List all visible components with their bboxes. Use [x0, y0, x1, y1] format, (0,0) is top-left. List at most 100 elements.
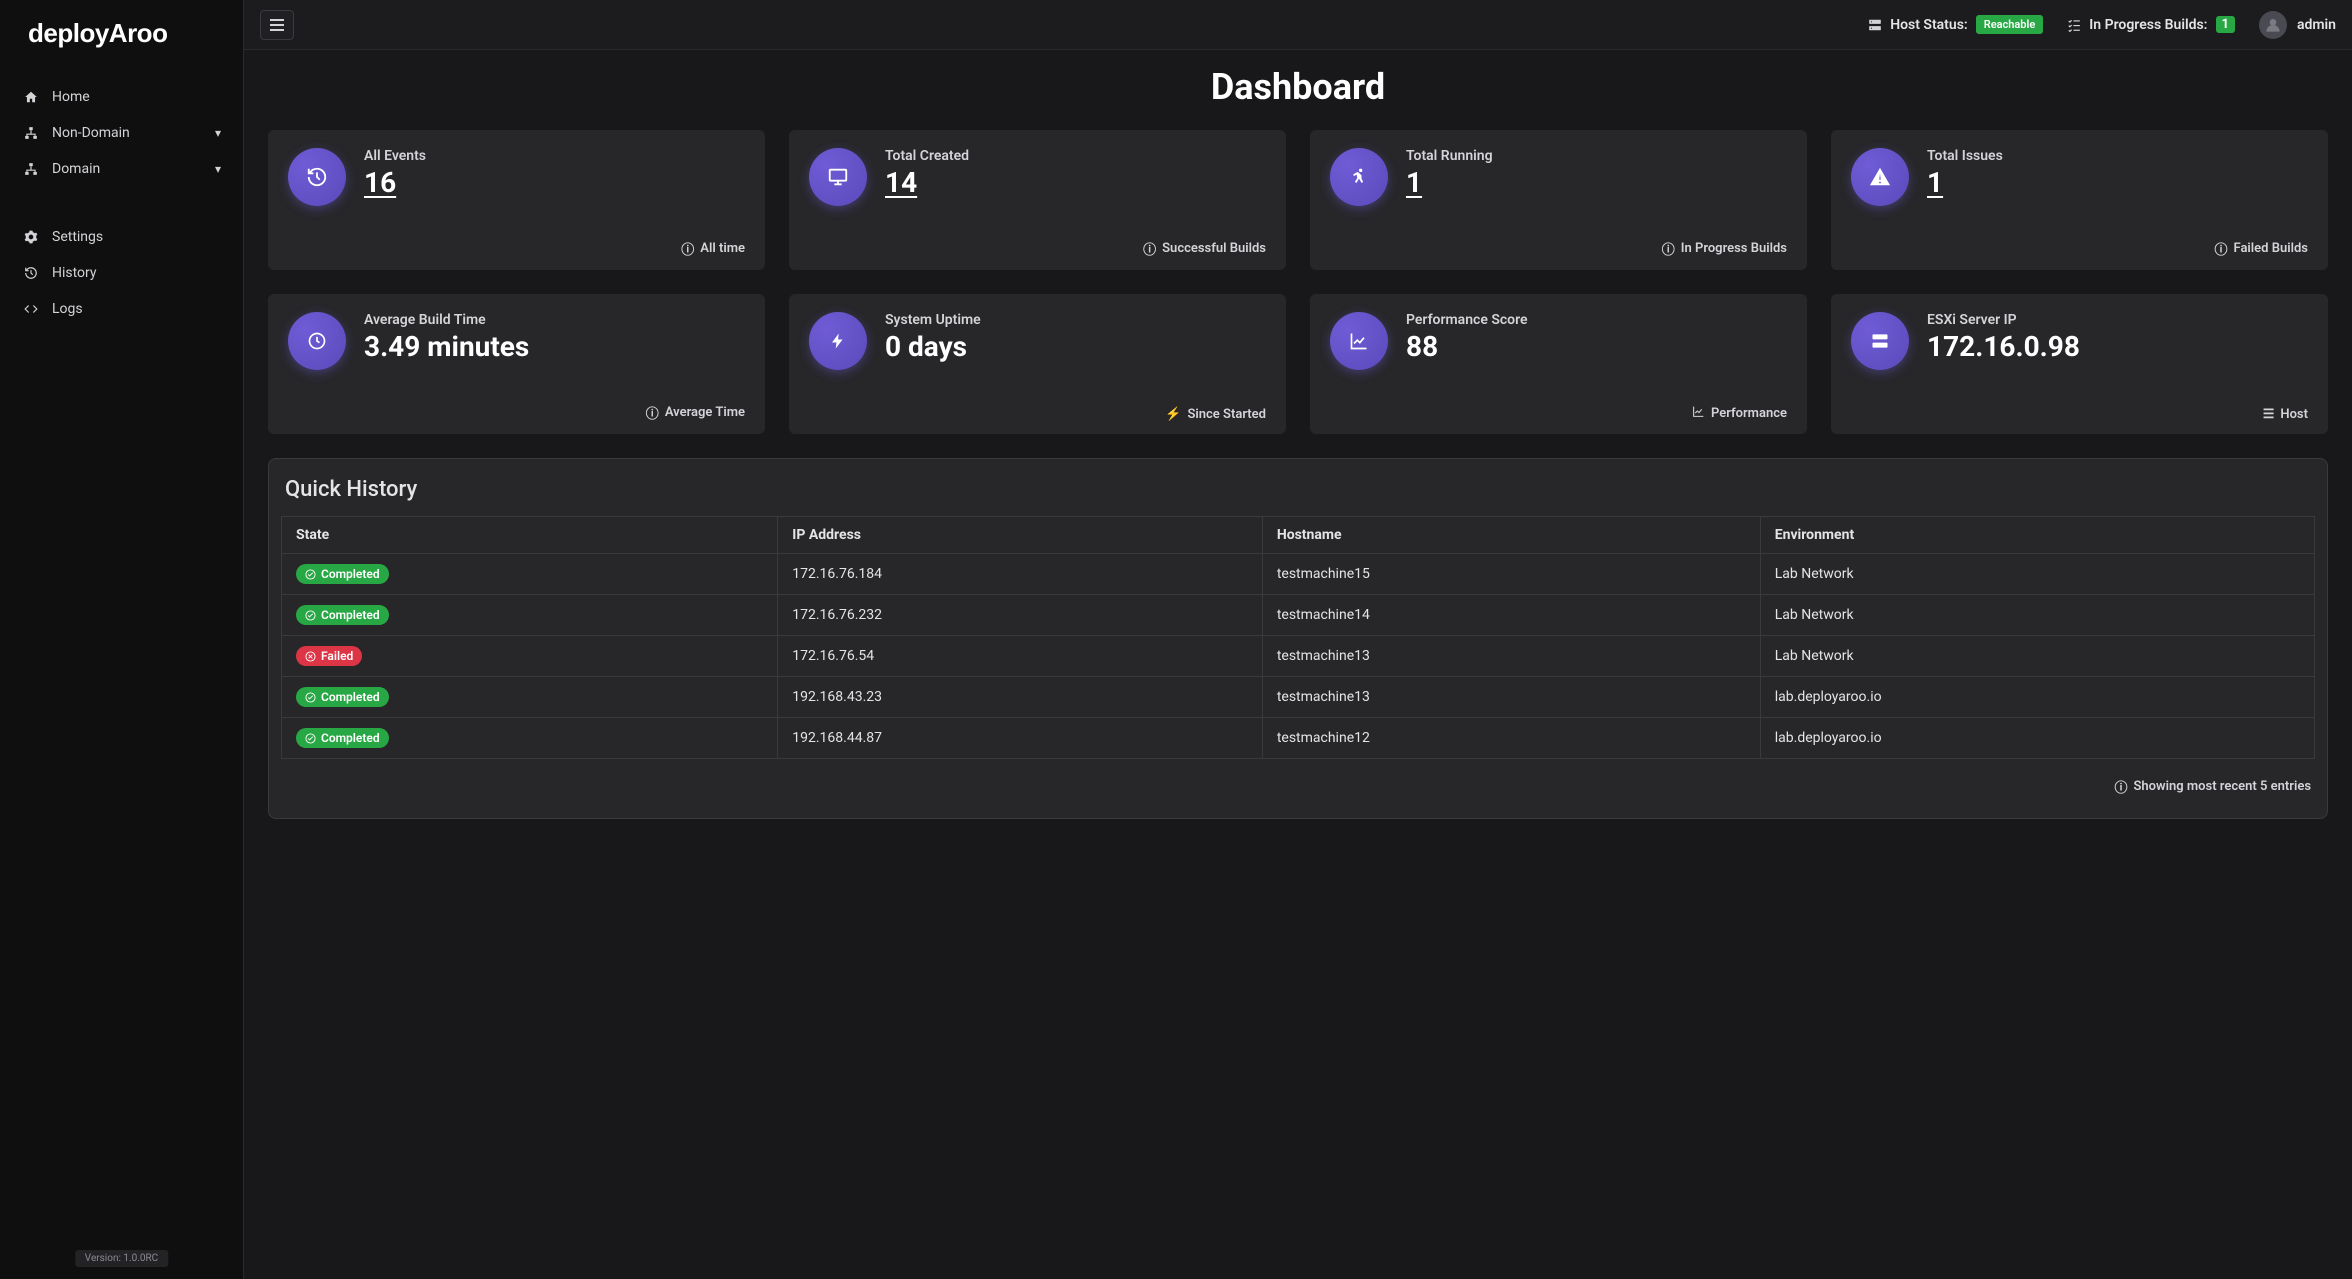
card-footer: ⓘAverage Time: [288, 403, 745, 422]
cell-state: Completed: [282, 595, 778, 636]
check-circle-icon: [305, 733, 316, 744]
table-row[interactable]: Completed192.168.43.23testmachine13lab.d…: [282, 677, 2315, 718]
cell-env: Lab Network: [1760, 595, 2314, 636]
table-row[interactable]: Completed172.16.76.232testmachine14Lab N…: [282, 595, 2315, 636]
logo[interactable]: deployAroo: [0, 0, 243, 67]
quick-history-title: Quick History: [281, 477, 2315, 516]
clock-icon: [288, 312, 346, 370]
sidebar-item-logs[interactable]: Logs: [0, 291, 243, 327]
cell-env: Lab Network: [1760, 636, 2314, 677]
card-value: 0 days: [885, 330, 981, 363]
history-footer: ⓘ Showing most recent 5 entries: [281, 759, 2315, 800]
state-pill: Completed: [296, 687, 389, 707]
state-pill: Completed: [296, 564, 389, 584]
cell-state: Completed: [282, 554, 778, 595]
history-table: State IP Address Hostname Environment Co…: [281, 516, 2315, 759]
info-icon: ⓘ: [2114, 777, 2127, 796]
progress-builds[interactable]: In Progress Builds: 1: [2067, 16, 2235, 33]
table-row[interactable]: Completed192.168.44.87testmachine12lab.d…: [282, 718, 2315, 759]
check-circle-icon: [305, 569, 316, 580]
sidebar-item-label: Settings: [52, 229, 103, 245]
state-pill: Failed: [296, 646, 362, 666]
state-label: Completed: [321, 690, 380, 704]
card-performance: Performance Score 88 Performance: [1310, 294, 1807, 434]
card-label: Total Created: [885, 148, 969, 164]
col-ip: IP Address: [778, 517, 1263, 554]
server-icon: [1851, 312, 1909, 370]
warning-icon: [1851, 148, 1909, 206]
card-all-events: All Events 16 ⓘAll time: [268, 130, 765, 270]
info-icon: ⓘ: [646, 403, 659, 422]
info-icon: ⓘ: [1143, 239, 1156, 258]
card-footer: ⓘFailed Builds: [1851, 239, 2308, 258]
host-status-label: Host Status:: [1890, 17, 1968, 33]
gear-icon: [22, 230, 40, 244]
sidebar-item-label: Domain: [52, 161, 100, 177]
card-label: ESXi Server IP: [1927, 312, 2080, 328]
cell-hostname: testmachine12: [1262, 718, 1760, 759]
stat-cards-grid: All Events 16 ⓘAll time Total Created 14…: [244, 130, 2352, 434]
chart-icon: [1692, 405, 1705, 422]
card-total-issues: Total Issues 1 ⓘFailed Builds: [1831, 130, 2328, 270]
sidebar-toggle-button[interactable]: [260, 10, 294, 40]
list-icon: ☰: [2263, 407, 2275, 422]
card-total-running: Total Running 1 ⓘIn Progress Builds: [1310, 130, 1807, 270]
history-icon: [288, 148, 346, 206]
col-env: Environment: [1760, 517, 2314, 554]
card-esxi-ip: ESXi Server IP 172.16.0.98 ☰Host: [1831, 294, 2328, 434]
chevron-down-icon: ▾: [215, 162, 221, 176]
table-row[interactable]: Completed172.16.76.184testmachine15Lab N…: [282, 554, 2315, 595]
cell-ip: 192.168.44.87: [778, 718, 1263, 759]
sidebar-item-home[interactable]: Home: [0, 79, 243, 115]
card-label: All Events: [364, 148, 426, 164]
cell-env: Lab Network: [1760, 554, 2314, 595]
quick-history-panel: Quick History State IP Address Hostname …: [268, 458, 2328, 819]
hamburger-icon: [270, 19, 284, 31]
sidebar: deployAroo Home Non-Domain ▾ Domain ▾ Se…: [0, 0, 244, 1279]
topbar: Host Status: Reachable In Progress Build…: [244, 0, 2352, 50]
card-label: Total Issues: [1927, 148, 2003, 164]
sidebar-item-settings[interactable]: Settings: [0, 219, 243, 255]
sitemap-icon: [22, 162, 40, 176]
sidebar-item-domain[interactable]: Domain ▾: [0, 151, 243, 187]
desktop-icon: [809, 148, 867, 206]
state-label: Failed: [321, 649, 353, 663]
card-total-created: Total Created 14 ⓘSuccessful Builds: [789, 130, 1286, 270]
card-footer: Performance: [1330, 405, 1787, 422]
card-label: Total Running: [1406, 148, 1493, 164]
card-system-uptime: System Uptime 0 days ⚡Since Started: [789, 294, 1286, 434]
card-label: Average Build Time: [364, 312, 529, 328]
card-value: 3.49 minutes: [364, 330, 529, 363]
cell-state: Completed: [282, 718, 778, 759]
user-menu[interactable]: admin: [2259, 11, 2336, 39]
sidebar-item-history[interactable]: History: [0, 255, 243, 291]
cell-hostname: testmachine13: [1262, 677, 1760, 718]
running-icon: [1330, 148, 1388, 206]
version-label: Version:: [85, 1253, 121, 1264]
progress-builds-label: In Progress Builds:: [2089, 17, 2207, 33]
card-value[interactable]: 1: [1927, 166, 2003, 199]
card-label: System Uptime: [885, 312, 981, 328]
tasks-icon: [2067, 18, 2081, 32]
times-circle-icon: [305, 651, 316, 662]
table-header-row: State IP Address Hostname Environment: [282, 517, 2315, 554]
cell-ip: 172.16.76.232: [778, 595, 1263, 636]
col-state: State: [282, 517, 778, 554]
sidebar-item-label: Non-Domain: [52, 125, 130, 141]
state-pill: Completed: [296, 728, 389, 748]
card-value[interactable]: 16: [364, 166, 426, 199]
sidebar-item-nondomain[interactable]: Non-Domain ▾: [0, 115, 243, 151]
card-value[interactable]: 1: [1406, 166, 1493, 199]
table-row[interactable]: Failed172.16.76.54testmachine13Lab Netwo…: [282, 636, 2315, 677]
cell-ip: 192.168.43.23: [778, 677, 1263, 718]
check-circle-icon: [305, 692, 316, 703]
host-status[interactable]: Host Status: Reachable: [1868, 15, 2043, 34]
cell-hostname: testmachine13: [1262, 636, 1760, 677]
state-label: Completed: [321, 731, 380, 745]
card-value[interactable]: 14: [885, 166, 969, 199]
code-icon: [22, 302, 40, 316]
cell-state: Failed: [282, 636, 778, 677]
card-avg-build-time: Average Build Time 3.49 minutes ⓘAverage…: [268, 294, 765, 434]
sidebar-item-label: Logs: [52, 301, 83, 317]
history-icon: [22, 266, 40, 280]
